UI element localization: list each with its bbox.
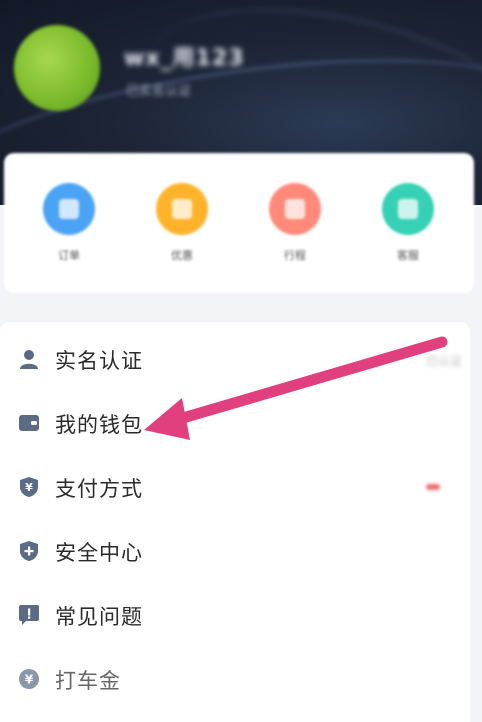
annotation-arrow <box>144 336 448 440</box>
